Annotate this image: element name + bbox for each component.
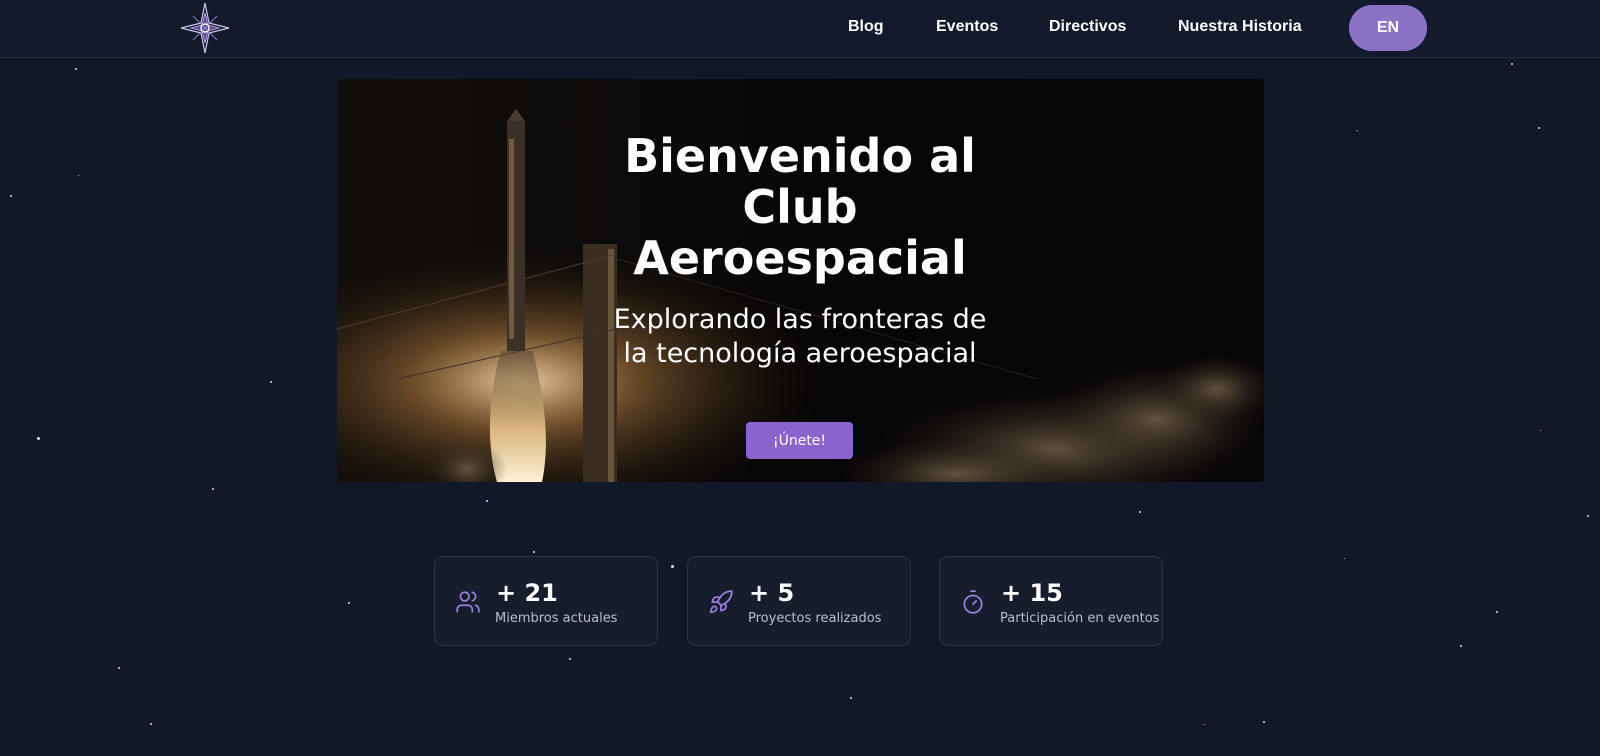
star-dot: [212, 488, 214, 490]
language-toggle-button[interactable]: EN: [1349, 5, 1427, 51]
stat-card-members: + 21 Miembros actuales: [434, 556, 658, 646]
star-dot: [1357, 130, 1358, 131]
star-dot: [348, 602, 350, 604]
stat-label: Participación en eventos: [1000, 611, 1160, 626]
star-dot: [569, 658, 571, 660]
star-dot: [75, 68, 77, 70]
join-button[interactable]: ¡Únete!: [746, 422, 853, 459]
star-dot: [10, 195, 12, 197]
star-dot: [1204, 724, 1205, 725]
star-dot: [1587, 515, 1589, 517]
star-dot: [78, 175, 79, 176]
nav-link-blog[interactable]: Blog: [848, 18, 884, 36]
star-dot: [1496, 611, 1498, 613]
star-dot: [1263, 721, 1265, 723]
star-dot: [671, 565, 674, 568]
star-dot: [1511, 63, 1513, 65]
rocket-icon: [708, 589, 734, 615]
star-dot: [486, 500, 488, 502]
stat-value: + 21: [496, 579, 558, 607]
nav-link-directivos[interactable]: Directivos: [1049, 18, 1126, 36]
nav-link-eventos[interactable]: Eventos: [936, 18, 998, 36]
stat-label: Proyectos realizados: [748, 611, 882, 626]
users-icon: [455, 589, 481, 615]
stopwatch-icon: [960, 589, 986, 615]
hero-title: Bienvenido al Club Aeroespacial: [624, 129, 976, 285]
star-dot: [270, 381, 272, 383]
star-dot: [533, 551, 535, 553]
star-dot: [850, 697, 852, 699]
hero-subtitle: Explorando las fronteras de la tecnologí…: [613, 304, 987, 369]
hero-banner: Bienvenido al Club Aeroespacial Exploran…: [337, 79, 1264, 482]
star-dot: [1139, 511, 1141, 513]
stat-label: Miembros actuales: [495, 611, 618, 626]
stat-card-projects: + 5 Proyectos realizados: [687, 556, 911, 646]
stat-card-events: + 15 Participación en eventos: [939, 556, 1163, 646]
star-dot: [118, 667, 120, 669]
star-dot: [150, 723, 152, 725]
stat-value: + 15: [1001, 579, 1063, 607]
star-dot: [1460, 645, 1462, 647]
star-dot: [37, 437, 40, 440]
stat-value: + 5: [749, 579, 795, 607]
star-dot: [1538, 127, 1540, 129]
star-dot: [1344, 558, 1345, 559]
top-navigation-bar: Blog Eventos Directivos Nuestra Historia…: [0, 0, 1600, 58]
club-logo-icon[interactable]: [179, 1, 231, 55]
star-dot: [1540, 430, 1541, 431]
nav-link-nuestra-historia[interactable]: Nuestra Historia: [1178, 18, 1302, 36]
